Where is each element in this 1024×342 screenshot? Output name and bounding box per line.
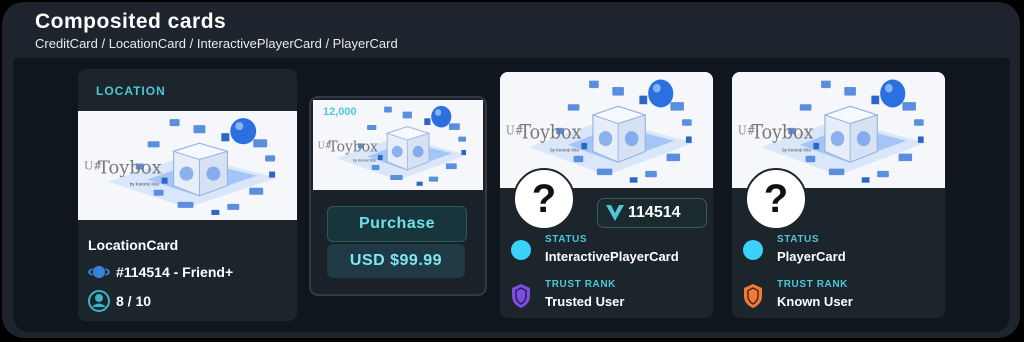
status-dot: [511, 240, 531, 260]
occupancy-text: 8 / 10: [116, 293, 152, 309]
amount-label: 12,000: [323, 106, 357, 118]
trust-shield-icon: [744, 284, 762, 308]
status-value: PlayerCard: [777, 249, 846, 264]
credit-image: 12,000: [313, 100, 483, 190]
card-panel: Composited cards CreditCard / LocationCa…: [2, 2, 1020, 338]
verified-v-icon: [606, 205, 624, 221]
status-caption: STATUS: [777, 234, 820, 245]
player-id: 114514: [628, 204, 681, 221]
interactive-player-card[interactable]: ? 114514 STATUS InteractivePlayerCard TR…: [500, 72, 713, 318]
trust-caption: TRUST RANK: [777, 279, 848, 290]
card-stage: LOCATION LocationCard #114514 - Friend+: [13, 58, 1010, 332]
trust-shield-icon: [512, 284, 530, 308]
avatar: ?: [513, 168, 575, 230]
page-subtitle: CreditCard / LocationCard / InteractiveP…: [35, 36, 398, 51]
price-button[interactable]: USD $99.99: [327, 244, 465, 278]
location-image: [78, 111, 297, 220]
status-value: InteractivePlayerCard: [545, 249, 679, 264]
location-label: LOCATION: [96, 84, 166, 98]
trust-caption: TRUST RANK: [545, 279, 616, 290]
instance-text: #114514 - Friend+: [116, 264, 234, 280]
trust-value: Trusted User: [545, 294, 625, 309]
player-id-badge: 114514: [597, 198, 707, 228]
status-caption: STATUS: [545, 234, 588, 245]
world-icon: [88, 265, 110, 279]
location-title: LocationCard: [88, 237, 179, 253]
location-card[interactable]: LOCATION LocationCard #114514 - Friend+: [78, 69, 297, 321]
user-icon: [88, 290, 110, 312]
page-title: Composited cards: [35, 10, 227, 33]
avatar: ?: [745, 168, 807, 230]
occupancy-row: 8 / 10: [88, 290, 151, 312]
purchase-button[interactable]: Purchase: [327, 206, 467, 242]
status-dot: [743, 240, 763, 260]
credit-card[interactable]: 12,000 Purchase USD $99.99: [309, 96, 487, 296]
instance-row: #114514 - Friend+: [88, 263, 233, 281]
trust-value: Known User: [777, 294, 853, 309]
player-card[interactable]: ? STATUS PlayerCard TRUST RANK Known Use…: [732, 72, 945, 318]
